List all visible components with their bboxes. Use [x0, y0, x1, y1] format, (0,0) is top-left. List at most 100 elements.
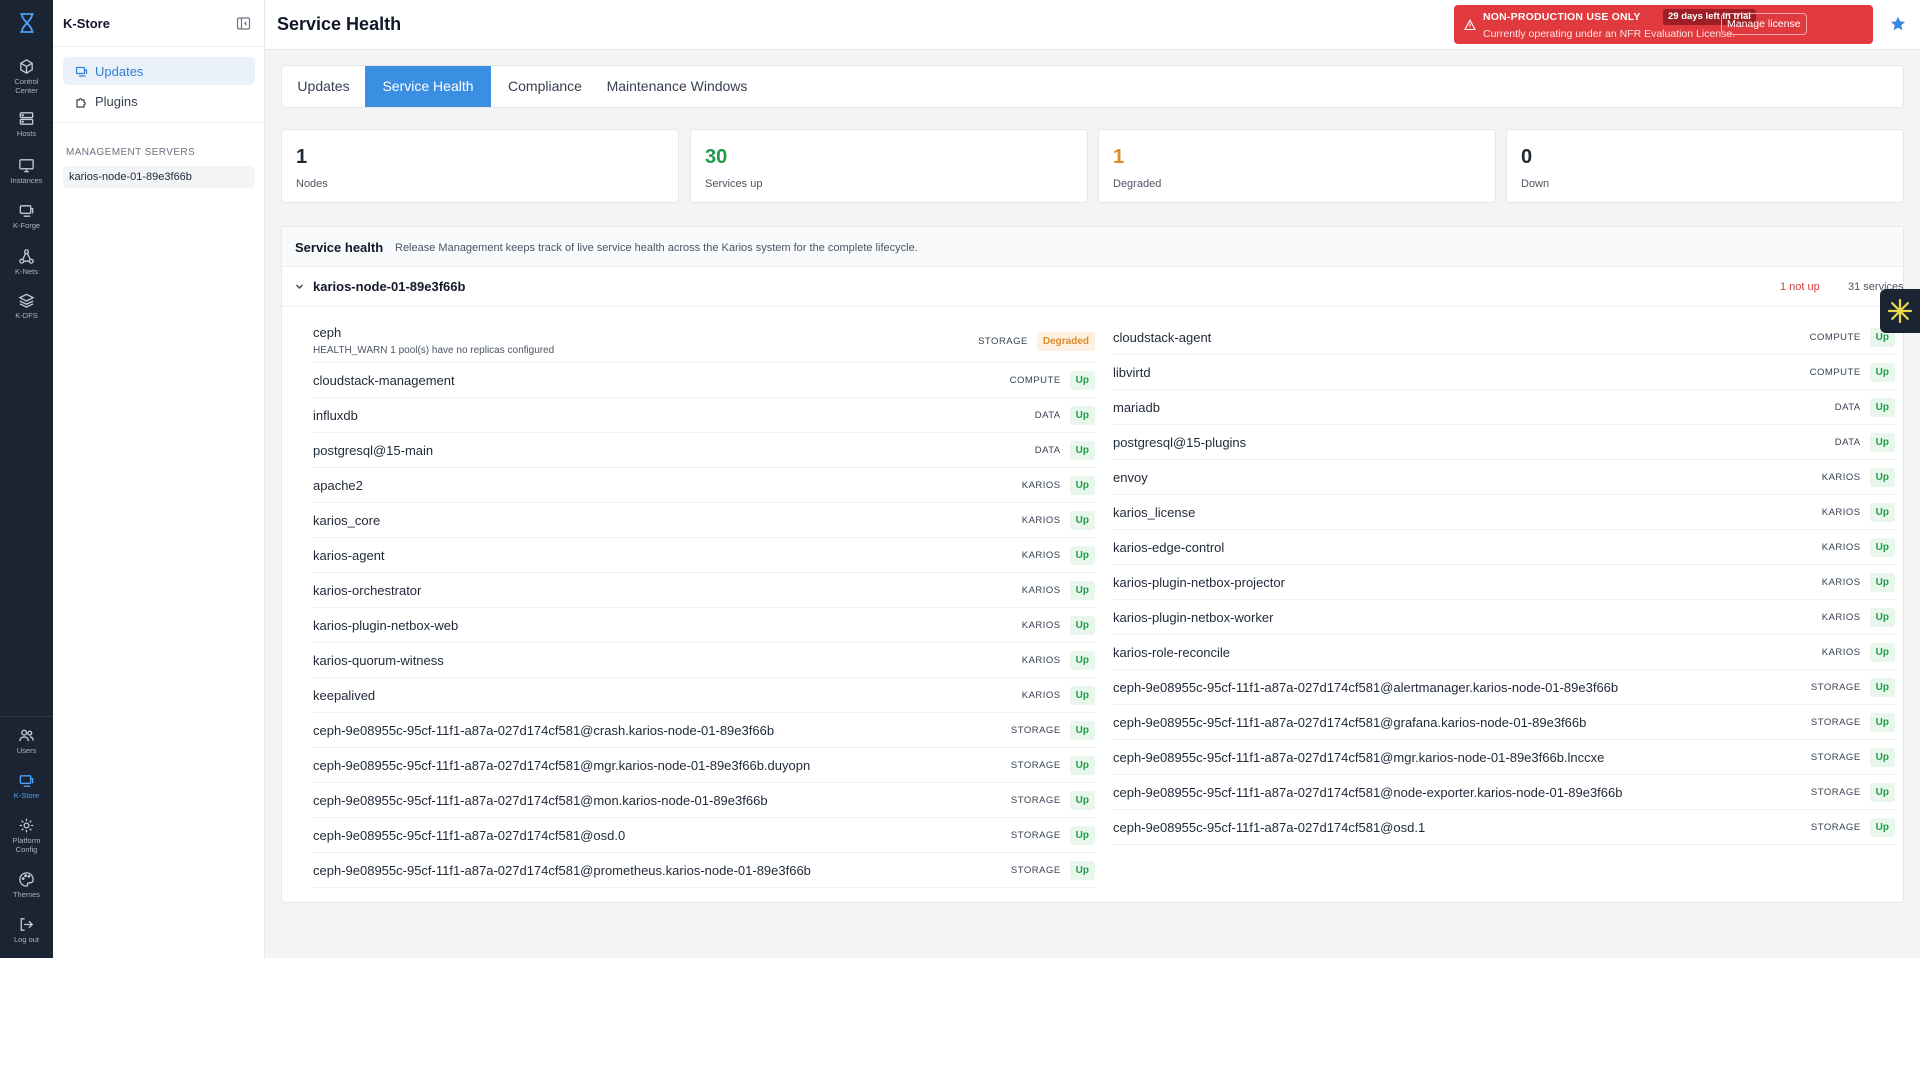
- license-subtitle: Currently operating under an NFR Evaluat…: [1483, 28, 1736, 40]
- service-name: postgresql@15-plugins: [1113, 435, 1247, 450]
- sidebar-item-updates[interactable]: Updates: [63, 57, 255, 85]
- rail-item-instances[interactable]: Instances: [0, 157, 53, 186]
- rail-item-k-nets[interactable]: K-Nets: [0, 248, 53, 277]
- status-badge: Up: [1069, 616, 1095, 635]
- service-category: DATA: [1834, 402, 1861, 413]
- service-row: libvirtd COMPUTE Up: [1113, 355, 1895, 390]
- tab-updates[interactable]: Updates: [282, 66, 365, 107]
- service-row: postgresql@15-plugins DATA Up: [1113, 425, 1895, 460]
- service-name: karios_core: [313, 513, 381, 528]
- service-meta: KARIOS Up: [1822, 643, 1895, 662]
- service-meta: STORAGE Up: [1811, 748, 1895, 767]
- service-category: STORAGE: [1810, 752, 1861, 763]
- service-category: KARIOS: [1021, 620, 1061, 631]
- service-category: STORAGE: [1010, 795, 1061, 806]
- rail-item-k-store[interactable]: K-Store: [0, 772, 53, 801]
- service-health-title: Service health: [295, 240, 384, 255]
- sidebar-item-plugins[interactable]: Plugins: [63, 87, 255, 115]
- service-meta: DATA Up: [1835, 433, 1895, 452]
- stat-label: Degraded: [1113, 178, 1162, 190]
- service-meta: STORAGE Up: [1011, 861, 1095, 880]
- rail-item-themes[interactable]: Themes: [0, 871, 53, 900]
- sidebar-header: K-Store: [53, 0, 265, 47]
- service-category: DATA: [1034, 410, 1061, 421]
- status-badge: Up: [1869, 748, 1895, 767]
- rail-label: Log out: [13, 935, 40, 944]
- service-meta: KARIOS Up: [1022, 546, 1095, 565]
- rail-item-platform-config[interactable]: Platform Config: [0, 817, 53, 854]
- rail-item-hosts[interactable]: Hosts: [0, 110, 53, 139]
- service-name: mariadb: [1113, 400, 1160, 415]
- service-row: karios-plugin-netbox-web KARIOS Up: [313, 608, 1095, 643]
- service-name: ceph-9e08955c-95cf-11f1-a87a-027d174cf58…: [313, 723, 775, 738]
- service-meta: KARIOS Up: [1022, 616, 1095, 635]
- rail-item-log-out[interactable]: Log out: [0, 916, 53, 945]
- assistant-widget[interactable]: [1880, 289, 1920, 333]
- service-category: STORAGE: [1810, 787, 1861, 798]
- rail-label: K-Store: [13, 791, 40, 800]
- service-meta: KARIOS Up: [1022, 651, 1095, 670]
- service-meta: KARIOS Up: [1822, 503, 1895, 522]
- service-meta: KARIOS Up: [1022, 686, 1095, 705]
- server-icon: [19, 112, 34, 125]
- status-badge: Up: [1069, 826, 1095, 845]
- service-row: cloudstack-management COMPUTE Up: [313, 363, 1095, 398]
- rail-item-users[interactable]: Users: [0, 727, 53, 756]
- service-category: KARIOS: [1021, 585, 1061, 596]
- status-badge: Up: [1069, 581, 1095, 600]
- service-meta: DATA Up: [1835, 398, 1895, 417]
- status-badge: Up: [1069, 686, 1095, 705]
- tab-maintenance-windows[interactable]: Maintenance Windows: [599, 66, 755, 107]
- rail-item-k-forge[interactable]: K-Forge: [0, 202, 53, 231]
- service-category: STORAGE: [978, 336, 1028, 347]
- stat-card-degraded: 1 Degraded: [1098, 129, 1496, 203]
- rail-item-k-dfs[interactable]: K-DFS: [0, 292, 53, 321]
- node-group-header[interactable]: karios-node-01-89e3f66b 1 not up 31 serv…: [282, 267, 1904, 307]
- gear-icon: [19, 818, 34, 833]
- service-name: ceph-9e08955c-95cf-11f1-a87a-027d174cf58…: [1113, 750, 1605, 765]
- karios-logo-icon[interactable]: [0, 12, 53, 38]
- rail-label: Hosts: [16, 129, 37, 138]
- service-category: KARIOS: [1821, 612, 1861, 623]
- service-name: ceph-9e08955c-95cf-11f1-a87a-027d174cf58…: [313, 863, 811, 878]
- status-badge: Up: [1869, 818, 1895, 837]
- service-meta: KARIOS Up: [1022, 476, 1095, 495]
- manage-license-button[interactable]: Manage license: [1721, 13, 1807, 35]
- status-badge: Up: [1869, 468, 1895, 487]
- rail-label: Control Center: [14, 77, 39, 95]
- service-row: mariadb DATA Up: [1113, 390, 1895, 425]
- stat-label: Services up: [705, 178, 763, 190]
- service-category: KARIOS: [1021, 480, 1061, 491]
- status-badge: Up: [1869, 713, 1895, 732]
- service-row: ceph-9e08955c-95cf-11f1-a87a-027d174cf58…: [1113, 705, 1895, 740]
- service-category: COMPUTE: [1009, 375, 1061, 386]
- service-row: ceph-9e08955c-95cf-11f1-a87a-027d174cf58…: [1113, 740, 1895, 775]
- rail-label: Platform Config: [12, 836, 41, 854]
- status-badge: Up: [1069, 441, 1095, 460]
- tab-service-health[interactable]: Service Health: [365, 66, 491, 107]
- service-name: karios_license: [1113, 505, 1196, 520]
- service-category: COMPUTE: [1809, 332, 1861, 343]
- status-badge: Up: [1869, 678, 1895, 697]
- service-row: ceph-9e08955c-95cf-11f1-a87a-027d174cf58…: [313, 783, 1095, 818]
- service-health-panel: Service health Release Management keeps …: [281, 226, 1904, 903]
- license-banner: NON-PRODUCTION USE ONLY 29 days left in …: [1454, 5, 1873, 44]
- collapse-sidebar-icon[interactable]: [236, 16, 251, 31]
- store-icon: [19, 775, 34, 787]
- service-meta: STORAGE Up: [1811, 678, 1895, 697]
- tab-compliance[interactable]: Compliance: [491, 66, 599, 107]
- service-row: karios-edge-control KARIOS Up: [1113, 530, 1895, 565]
- service-category: KARIOS: [1021, 515, 1061, 526]
- service-category: STORAGE: [1810, 822, 1861, 833]
- status-badge: Up: [1869, 538, 1895, 557]
- service-row: keepalived KARIOS Up: [313, 678, 1095, 713]
- service-category: KARIOS: [1821, 577, 1861, 588]
- rail-item-control-center[interactable]: Control Center: [0, 58, 53, 95]
- service-name: ceph-9e08955c-95cf-11f1-a87a-027d174cf58…: [1113, 785, 1623, 800]
- server-item[interactable]: karios-node-01-89e3f66b: [63, 166, 255, 188]
- cube-icon: [20, 59, 33, 74]
- license-title: NON-PRODUCTION USE ONLY: [1483, 11, 1641, 23]
- service-row: karios_core KARIOS Up: [313, 503, 1095, 538]
- star-icon[interactable]: [1889, 15, 1907, 33]
- sparkle-icon: [1887, 298, 1913, 324]
